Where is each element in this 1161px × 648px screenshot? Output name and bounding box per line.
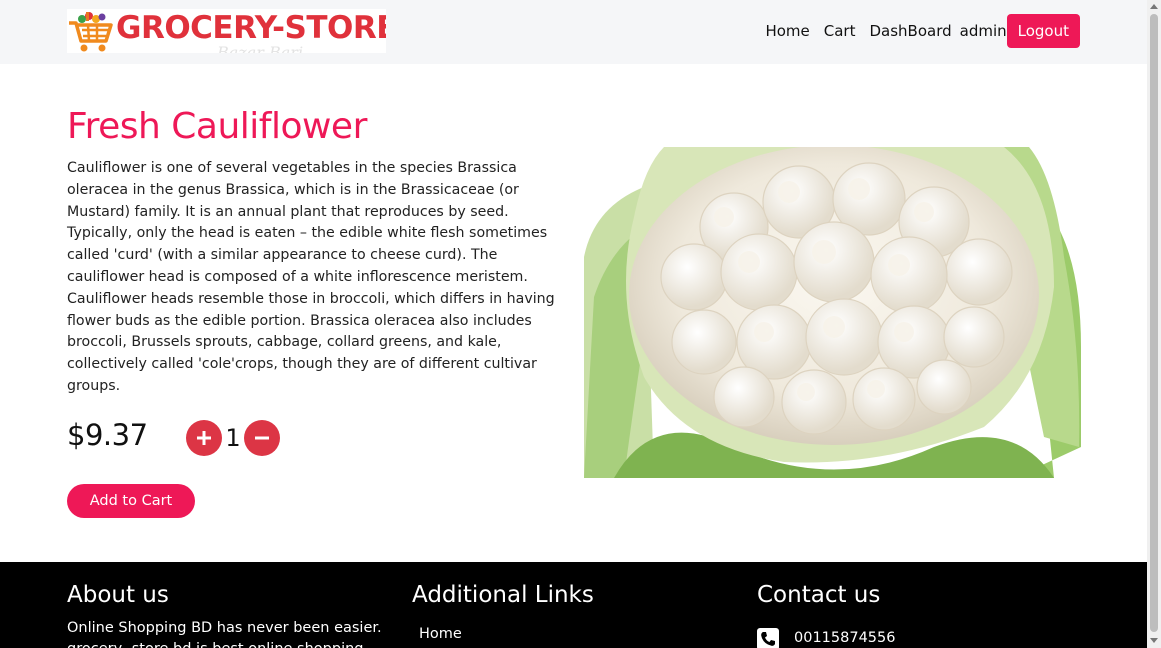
increase-quantity-button[interactable] (186, 420, 222, 456)
product-title: Fresh Cauliflower (67, 106, 367, 147)
decrease-quantity-button[interactable] (244, 420, 280, 456)
logout-button[interactable]: Logout (1006, 14, 1080, 48)
footer-link-home[interactable]: Home (419, 626, 462, 642)
scrollbar[interactable] (1147, 0, 1161, 648)
scrollbar-thumb[interactable] (1150, 14, 1158, 632)
contact-heading: Contact us (757, 582, 881, 608)
nav-link-home[interactable]: Home (765, 22, 809, 40)
phone-icon (757, 628, 779, 648)
navbar: GROCERY-STORE Bazar Bari Home Cart DashB… (0, 0, 1147, 64)
scroll-up-arrow-icon[interactable] (1150, 4, 1158, 9)
shopping-cart-logo-icon (69, 12, 113, 52)
add-to-cart-button[interactable]: Add to Cart (67, 484, 195, 518)
about-text: Online Shopping BD has never been easier… (67, 620, 382, 648)
cauliflower-photo-icon (584, 147, 1081, 478)
about-heading: About us (67, 582, 169, 608)
additional-links-heading: Additional Links (412, 582, 594, 608)
nav-link-cart[interactable]: Cart (824, 22, 856, 40)
brand-logo[interactable]: GROCERY-STORE Bazar Bari (67, 9, 386, 53)
product-price: $9.37 (67, 418, 148, 452)
brand-watermark: Bazar Bari (217, 43, 304, 53)
contact-phone: 00115874556 (794, 630, 896, 646)
nav-links: Home Cart DashBoard admin Logout (751, 14, 1080, 48)
scroll-down-arrow-icon[interactable] (1150, 638, 1158, 643)
quantity-stepper: 1 (186, 420, 280, 456)
user-name: admin (959, 22, 1007, 40)
plus-icon (197, 431, 211, 445)
nav-link-dashboard[interactable]: DashBoard (869, 22, 951, 40)
quantity-value: 1 (225, 424, 241, 452)
minus-icon (255, 436, 269, 440)
footer: About us Online Shopping BD has never be… (0, 562, 1147, 648)
product-description: Cauliflower is one of several vegetables… (67, 160, 555, 394)
brand-name: GROCERY-STORE (116, 10, 386, 46)
